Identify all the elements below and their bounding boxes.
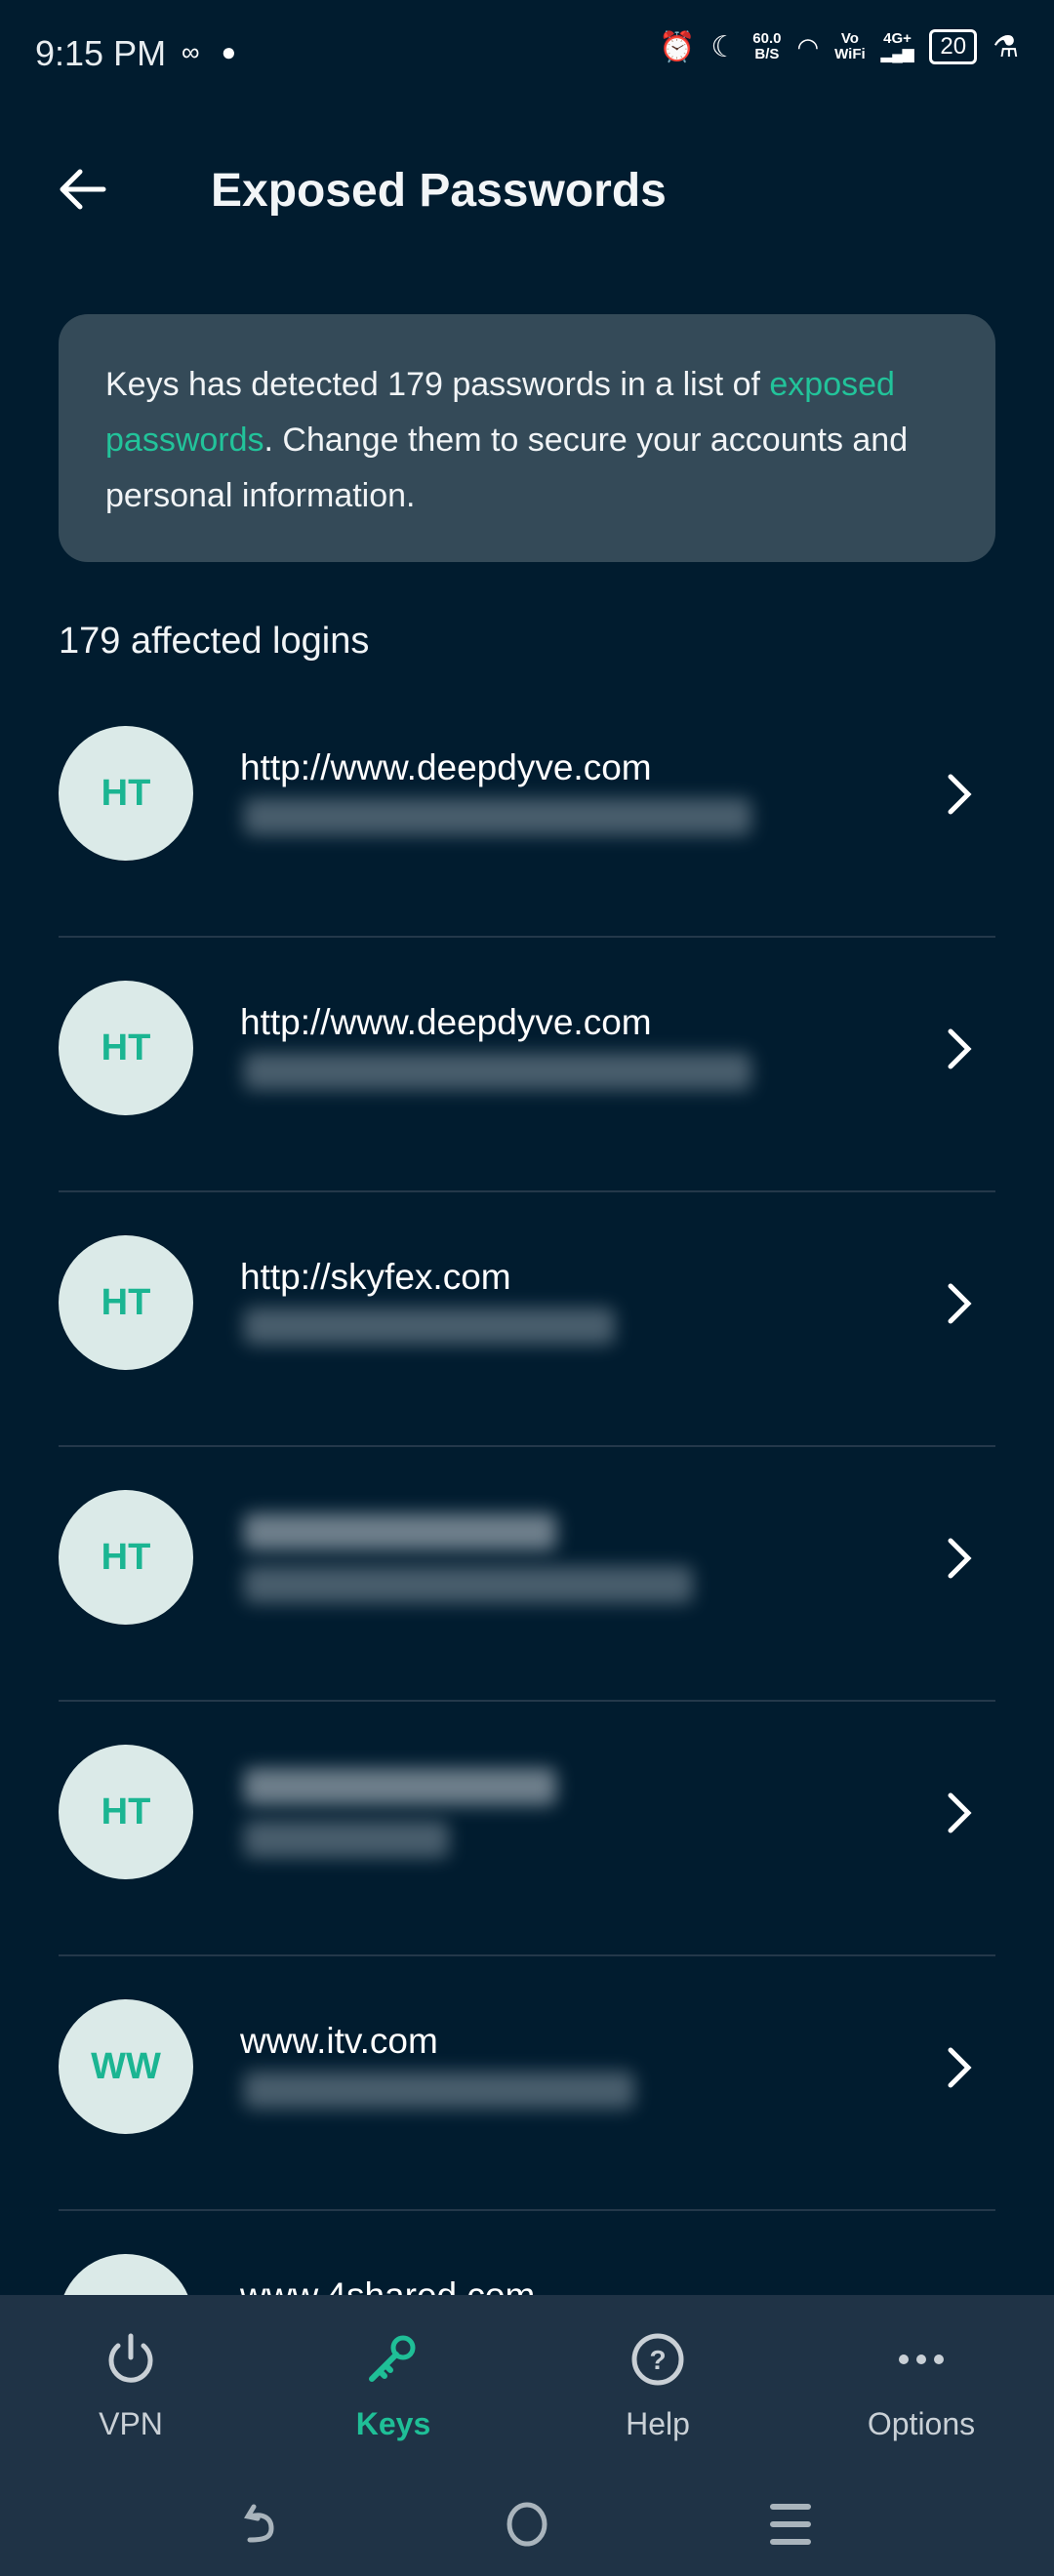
- nav-label: Help: [626, 2406, 690, 2441]
- blurred-username: [244, 1566, 693, 1603]
- login-list: HT http://www.deepdyve.com HT http://www.d…: [0, 683, 1054, 2466]
- svg-text:?: ?: [649, 2345, 666, 2375]
- power-icon: [108, 2333, 153, 2383]
- nav-help[interactable]: ? Help: [560, 2330, 755, 2442]
- help-icon: ?: [631, 2333, 684, 2386]
- signal: 4G+ ▂▄▆: [880, 30, 914, 62]
- alarm-icon: ⏰: [659, 30, 696, 63]
- banner-text: Keys has detected 179 passwords in a lis…: [105, 366, 770, 403]
- status-time: 9:15 PM: [35, 33, 167, 73]
- nav-label: Keys: [355, 2406, 431, 2441]
- bottom-nav: VPN Keys ? Help Options: [0, 2295, 1054, 2576]
- chevron-right-icon: [948, 1283, 972, 1324]
- nav-vpn[interactable]: VPN: [33, 2330, 228, 2442]
- system-back-icon[interactable]: [234, 2495, 293, 2554]
- blurred-site: [244, 1768, 556, 1805]
- nav-options[interactable]: Options: [824, 2330, 1019, 2442]
- blurred-username: [244, 1053, 751, 1090]
- wifi-icon: ◠: [796, 31, 820, 61]
- chevron-right-icon: [948, 2047, 972, 2088]
- blurred-username: [244, 798, 751, 835]
- key-icon: [369, 2335, 416, 2382]
- vowifi: Vo WiFi: [834, 30, 866, 62]
- battery-saver-icon: ⚗: [993, 30, 1019, 63]
- chevron-right-icon: [948, 1028, 972, 1069]
- system-recents-icon[interactable]: [761, 2495, 820, 2554]
- site-url: http://skyfex.com: [240, 1257, 511, 1297]
- site-url: www.itv.com: [240, 2021, 438, 2061]
- status-bar: 9:15 PM ∞ ● ⏰ ☾ 60.0 B/S ◠ Vo WiFi 4G+ ▂▄▆ 2…: [0, 0, 1054, 107]
- net-speed: 60.0 B/S: [752, 30, 782, 62]
- moon-icon: ☾: [710, 30, 738, 63]
- blurred-username: [244, 1821, 449, 1858]
- blurred-username: [244, 2072, 634, 2109]
- nav-label: VPN: [99, 2406, 163, 2441]
- battery-icon: 20: [929, 29, 978, 64]
- avatar: HT: [59, 726, 193, 861]
- avatar: HT: [59, 1235, 193, 1370]
- affected-count: 179 affected logins: [59, 621, 370, 662]
- page-title: Exposed Passwords: [211, 165, 667, 217]
- list-item[interactable]: HT: [59, 1447, 995, 1702]
- avatar: HT: [59, 1490, 193, 1625]
- app-bar: Exposed Passwords: [0, 137, 1054, 240]
- avatar: HT: [59, 1745, 193, 1879]
- list-item[interactable]: HT http://skyfex.com: [59, 1192, 995, 1447]
- site-url: http://www.deepdyve.com: [240, 1002, 652, 1042]
- avatar: HT: [59, 981, 193, 1115]
- list-item[interactable]: HT http://www.deepdyve.com: [59, 683, 995, 938]
- nav-label: Options: [867, 2406, 976, 2441]
- list-item[interactable]: HT: [59, 1702, 995, 1956]
- chevron-right-icon: [948, 1538, 972, 1579]
- blurred-site: [244, 1513, 556, 1550]
- chevron-right-icon: [948, 1792, 972, 1833]
- nav-keys[interactable]: Keys: [296, 2330, 491, 2442]
- voicemail-icon: ∞: [182, 37, 200, 66]
- list-item[interactable]: WW www.itv.com: [59, 1956, 995, 2211]
- blurred-username: [244, 1308, 615, 1345]
- info-banner: Keys has detected 179 passwords in a lis…: [59, 314, 995, 562]
- more-icon: [899, 2355, 944, 2364]
- site-url: http://www.deepdyve.com: [240, 747, 652, 787]
- avatar: WW: [59, 1999, 193, 2134]
- notification-icon: ●: [221, 37, 237, 66]
- system-home-icon[interactable]: [498, 2495, 556, 2554]
- list-item[interactable]: HT http://www.deepdyve.com: [59, 938, 995, 1192]
- chevron-right-icon: [948, 774, 972, 815]
- back-arrow-icon[interactable]: [53, 160, 111, 219]
